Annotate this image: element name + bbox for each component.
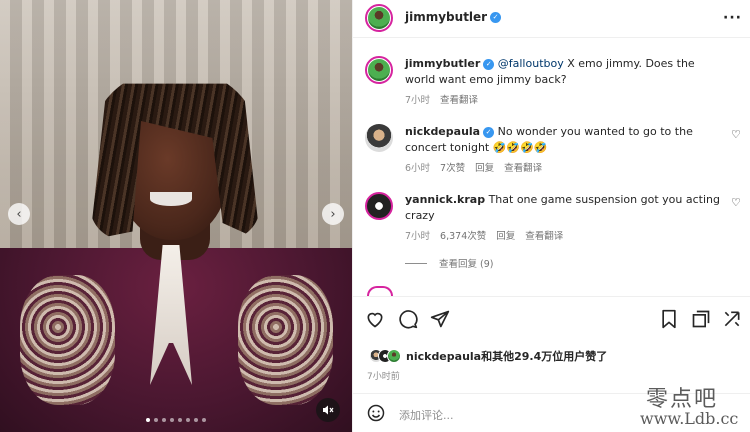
comment-like-heart-icon[interactable]: ♡: [731, 128, 741, 141]
verified-icon: ✓: [483, 58, 495, 70]
view-replies[interactable]: 查看回复 (9): [405, 256, 493, 270]
more-options-icon[interactable]: ···: [723, 10, 742, 26]
divider: [405, 262, 427, 264]
verified-icon: ✓: [483, 126, 495, 138]
next-slide-button[interactable]: ›: [322, 203, 344, 225]
post-timestamp: 7小时前: [367, 372, 400, 382]
carousel-dot: [186, 418, 190, 422]
reply-button[interactable]: 回复: [496, 228, 515, 242]
comment-meta: 6小时 7次赞 回复 查看翻译: [405, 160, 542, 174]
commenter-avatar[interactable]: [365, 124, 393, 152]
author-username[interactable]: jimmybutler ✓: [405, 10, 502, 24]
add-comment-input[interactable]: 添加评论...: [399, 407, 454, 423]
view-replies-label[interactable]: 查看回复 (9): [439, 256, 493, 270]
carousel-dot: [154, 418, 158, 422]
liker-avatar: [387, 349, 401, 363]
carousel-dot: [146, 418, 150, 422]
action-bar: [353, 296, 750, 340]
post-panel: jimmybutler ✓ ··· jimmybutler ✓ @falloutbo…: [352, 0, 750, 432]
previous-slide-button[interactable]: ‹: [8, 203, 30, 225]
likes-text[interactable]: nickdepaula和其他29.4万位用户赞了: [406, 348, 607, 364]
comment-text: nickdepaula ✓ No wonder you wanted to go …: [405, 124, 725, 156]
commenter-avatar[interactable]: [365, 192, 393, 220]
post-media[interactable]: ‹ ›: [0, 0, 352, 432]
caption-avatar[interactable]: [365, 56, 393, 84]
bookmark-icon[interactable]: [660, 309, 678, 329]
reply-button[interactable]: 回复: [475, 160, 494, 174]
caption-meta: 7小时 查看翻译: [405, 92, 478, 106]
view-translation-link[interactable]: 查看翻译: [504, 160, 542, 174]
comment-time: 6小时: [405, 163, 431, 174]
comment-likes[interactable]: 7次赞: [440, 160, 465, 174]
comment-meta: 7小时 6,374次赞 回复 查看翻译: [405, 228, 563, 242]
add-comment-bar: 添加评论...: [353, 393, 750, 432]
commenter-username[interactable]: yannick.krap: [405, 193, 485, 206]
author-name[interactable]: jimmybutler: [405, 10, 487, 24]
mouth: [150, 192, 192, 206]
chevron-right-icon: ›: [330, 206, 336, 222]
mute-button[interactable]: [316, 398, 340, 422]
likes-summary[interactable]: nickdepaula和其他29.4万位用户赞了: [369, 348, 607, 364]
carousel-dot: [170, 418, 174, 422]
heart-icon[interactable]: [365, 309, 385, 329]
share-arrow-icon[interactable]: [722, 309, 742, 329]
comment-like-heart-icon[interactable]: ♡: [731, 196, 741, 209]
speaker-muted-icon: [323, 405, 334, 415]
author-avatar[interactable]: [365, 4, 393, 32]
comment-likes[interactable]: 6,374次赞: [440, 228, 486, 242]
view-translation-link[interactable]: 查看翻译: [525, 228, 563, 242]
emoji-icon[interactable]: [367, 404, 385, 422]
next-comment-avatar: [367, 286, 393, 296]
commenter-username[interactable]: nickdepaula: [405, 125, 480, 138]
share-icon[interactable]: [430, 309, 450, 329]
carousel-dot: [194, 418, 198, 422]
comment-time: 7小时: [405, 231, 431, 242]
carousel-dot: [162, 418, 166, 422]
post-header: jimmybutler ✓ ···: [353, 0, 750, 38]
caption-text: jimmybutler ✓ @falloutboy X emo jimmy. Do…: [405, 56, 725, 88]
view-translation-link[interactable]: 查看翻译: [440, 92, 478, 106]
carousel-dot: [178, 418, 182, 422]
carousel-dot: [202, 418, 206, 422]
copy-icon[interactable]: [691, 309, 711, 329]
comment-text: yannick.krap That one game suspension go…: [405, 192, 725, 224]
shirt-embroidery-right: [238, 275, 333, 405]
mention-link[interactable]: @falloutboy: [498, 57, 564, 70]
caption-time: 7小时: [405, 95, 431, 106]
comments-list: jimmybutler ✓ @falloutboy X emo jimmy. Do…: [353, 38, 750, 296]
shirt-embroidery-left: [20, 275, 115, 405]
verified-icon: ✓: [490, 12, 502, 23]
comment-icon[interactable]: [398, 309, 418, 329]
chevron-left-icon: ‹: [16, 206, 22, 222]
caption-username[interactable]: jimmybutler: [405, 57, 480, 70]
carousel-indicator: [146, 418, 206, 422]
